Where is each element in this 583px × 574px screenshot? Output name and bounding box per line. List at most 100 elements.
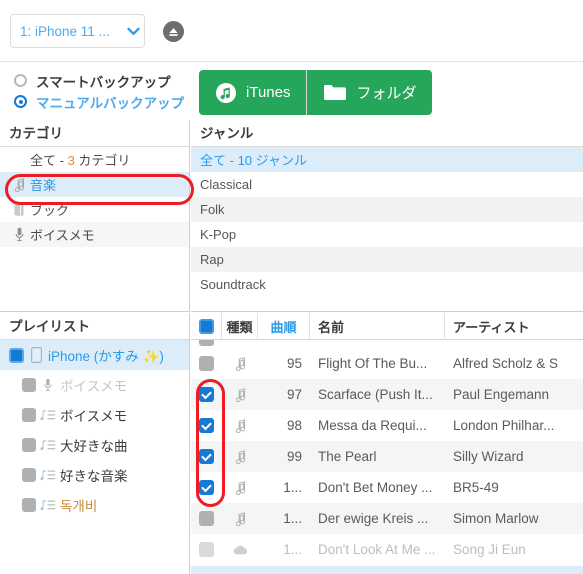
category-item-books-label: ブック (30, 203, 70, 218)
music-note-icon (222, 472, 258, 503)
itunes-icon (215, 82, 237, 104)
column-header-artist[interactable]: アーティスト (445, 313, 583, 340)
playlist-panel: プレイリスト iPhone (かすみ ✨) ボイスメモ ボイスメモ 大好きな曲 … (0, 313, 190, 574)
table-row-partial-top[interactable] (191, 340, 583, 348)
device-selector[interactable]: 1: iPhone 11 ... (10, 14, 145, 48)
row-name: The Pearl (318, 449, 377, 464)
playlist-item-dokkaebi[interactable]: 독개비 (0, 490, 189, 520)
book-icon (8, 203, 30, 217)
row-name: Don't Bet Money ... (318, 480, 433, 495)
category-list: 全て - 3 カテゴリ 音楽 ブック ボイスメモ (0, 147, 189, 311)
row-artist: Silly Wizard (453, 449, 524, 464)
row-checkbox-cell[interactable] (191, 503, 222, 534)
table-row[interactable]: 98 Messa da Requi... London Philhar... (191, 410, 583, 441)
radio-smart-backup-label: スマートバックアップ (36, 74, 171, 90)
category-item-all[interactable]: 全て - 3 カテゴリ (0, 147, 189, 172)
device-selector-label: 1: iPhone 11 ... (20, 23, 110, 39)
genre-list: 全て - 10 ジャンル Classical Folk K-Pop Rap So… (191, 147, 583, 311)
row-checkbox-unchecked[interactable] (199, 511, 214, 526)
category-panel: カテゴリ 全て - 3 カテゴリ 音楽 ブック ボイスメモ (0, 120, 190, 312)
music-note-icon (222, 379, 258, 410)
table-row[interactable]: 1... Don't Bet Money ... BR5-49 (191, 472, 583, 503)
radio-smart-backup[interactable]: スマートバックアップ (14, 70, 190, 91)
playlist-item-voice-memos-2[interactable]: ボイスメモ (0, 400, 189, 430)
table-row[interactable]: 1... Der ewige Kreis ... Simon Marlow (191, 503, 583, 534)
playlist-item-voice-memos-1-label: ボイスメモ (60, 379, 128, 394)
playlist-checkbox[interactable] (9, 347, 24, 363)
track-table-header: 種類 曲順 名前 アーティスト (191, 313, 583, 340)
row-checkbox-cell[interactable] (191, 379, 222, 410)
category-item-voice-memos[interactable]: ボイスメモ (0, 222, 189, 247)
playlist-item-favorite-songs[interactable]: 大好きな曲 (0, 430, 189, 460)
radio-manual-backup[interactable]: マニュアルバックアップ (14, 91, 190, 112)
row-checkbox-checked[interactable] (199, 480, 214, 495)
microphone-icon (8, 227, 30, 242)
row-artist: Paul Engemann (453, 387, 550, 402)
column-header-kind[interactable]: 種類 (222, 313, 258, 340)
source-buttons: iTunes フォルダ (199, 70, 433, 115)
music-note-icon (222, 348, 258, 379)
playlist-item-favorite-music[interactable]: 好きな音楽 (0, 460, 189, 490)
playlist-checkbox[interactable] (22, 408, 36, 422)
itunes-button[interactable]: iTunes (199, 70, 307, 115)
row-artist: Song Ji Eun (453, 542, 526, 557)
column-header-order[interactable]: 曲順 (258, 313, 310, 340)
select-all-checkbox-header[interactable] (191, 313, 222, 340)
genre-item-all[interactable]: 全て - 10 ジャンル (191, 147, 583, 172)
row-checkbox-unchecked[interactable] (199, 542, 214, 557)
category-item-music[interactable]: 音楽 (0, 172, 189, 197)
genre-item-rap[interactable]: Rap (191, 247, 583, 272)
music-note-icon (222, 410, 258, 441)
genre-item-soundtrack[interactable]: Soundtrack (191, 272, 583, 297)
radio-manual-backup-label: マニュアルバックアップ (36, 95, 185, 111)
genre-item-folk[interactable]: Folk (191, 197, 583, 222)
row-checkbox-unchecked[interactable] (199, 356, 214, 371)
row-checkbox-checked[interactable] (199, 387, 214, 402)
folder-button[interactable]: フォルダ (306, 70, 433, 115)
table-row[interactable]: 95 Flight Of The Bu... Alfred Scholz & S (191, 348, 583, 379)
row-checkbox-cell[interactable] (191, 340, 222, 348)
row-checkbox-cell[interactable] (191, 472, 222, 503)
column-header-name[interactable]: 名前 (310, 313, 445, 340)
select-all-checkbox[interactable] (198, 318, 214, 334)
table-row[interactable]: 1... Don't Look At Me ... Song Ji Eun (191, 534, 583, 565)
row-checkbox-cell[interactable] (191, 441, 222, 472)
genre-item-k-pop[interactable]: K-Pop (191, 222, 583, 247)
category-all-label: 全て - 3 カテゴリ (30, 153, 131, 168)
playlist-checkbox[interactable] (22, 498, 36, 512)
playlist-item-voice-memos-1[interactable]: ボイスメモ (0, 370, 189, 400)
row-order: 98 (286, 418, 302, 433)
music-note-icon (222, 441, 258, 472)
app-window: 1: iPhone 11 ... スマートバックアップ マニュアルバックアップ (0, 0, 583, 574)
table-row-partial-bottom[interactable] (191, 566, 583, 574)
row-order: 1... (283, 542, 302, 557)
row-name: Flight Of The Bu... (318, 356, 428, 371)
playlist-checkbox[interactable] (22, 378, 36, 392)
playlist-item-iphone[interactable]: iPhone (かすみ ✨) (0, 340, 189, 370)
row-name: Don't Look At Me ... (318, 542, 436, 557)
row-checkbox[interactable] (199, 340, 214, 346)
row-checkbox-cell[interactable] (191, 410, 222, 441)
row-artist: London Philhar... (453, 418, 555, 433)
table-row[interactable]: 99 The Pearl Silly Wizard (191, 441, 583, 472)
category-item-voice-memos-label: ボイスメモ (30, 228, 95, 243)
genre-item-classical[interactable]: Classical (191, 172, 583, 197)
row-checkbox-cell[interactable] (191, 534, 222, 565)
eject-button[interactable] (163, 21, 184, 42)
row-checkbox-cell[interactable] (191, 348, 222, 379)
table-row[interactable]: 97 Scarface (Push It... Paul Engemann (191, 379, 583, 410)
category-panel-title: カテゴリ (0, 120, 189, 147)
playlist-item-dokkaebi-label: 독개비 (60, 499, 98, 514)
genre-all-label: 全て - 10 ジャンル (200, 153, 307, 168)
genre-item-label: Soundtrack (200, 277, 266, 292)
category-item-books[interactable]: ブック (0, 197, 189, 222)
row-name: Der ewige Kreis ... (318, 511, 429, 526)
playlist-icon (36, 439, 60, 452)
row-checkbox-checked[interactable] (199, 449, 214, 464)
playlist-checkbox[interactable] (22, 468, 36, 482)
radio-icon-selected (14, 95, 27, 108)
genre-panel-title: ジャンル (191, 120, 583, 147)
music-note-icon (8, 177, 30, 192)
playlist-checkbox[interactable] (22, 438, 36, 452)
row-checkbox-checked[interactable] (199, 418, 214, 433)
